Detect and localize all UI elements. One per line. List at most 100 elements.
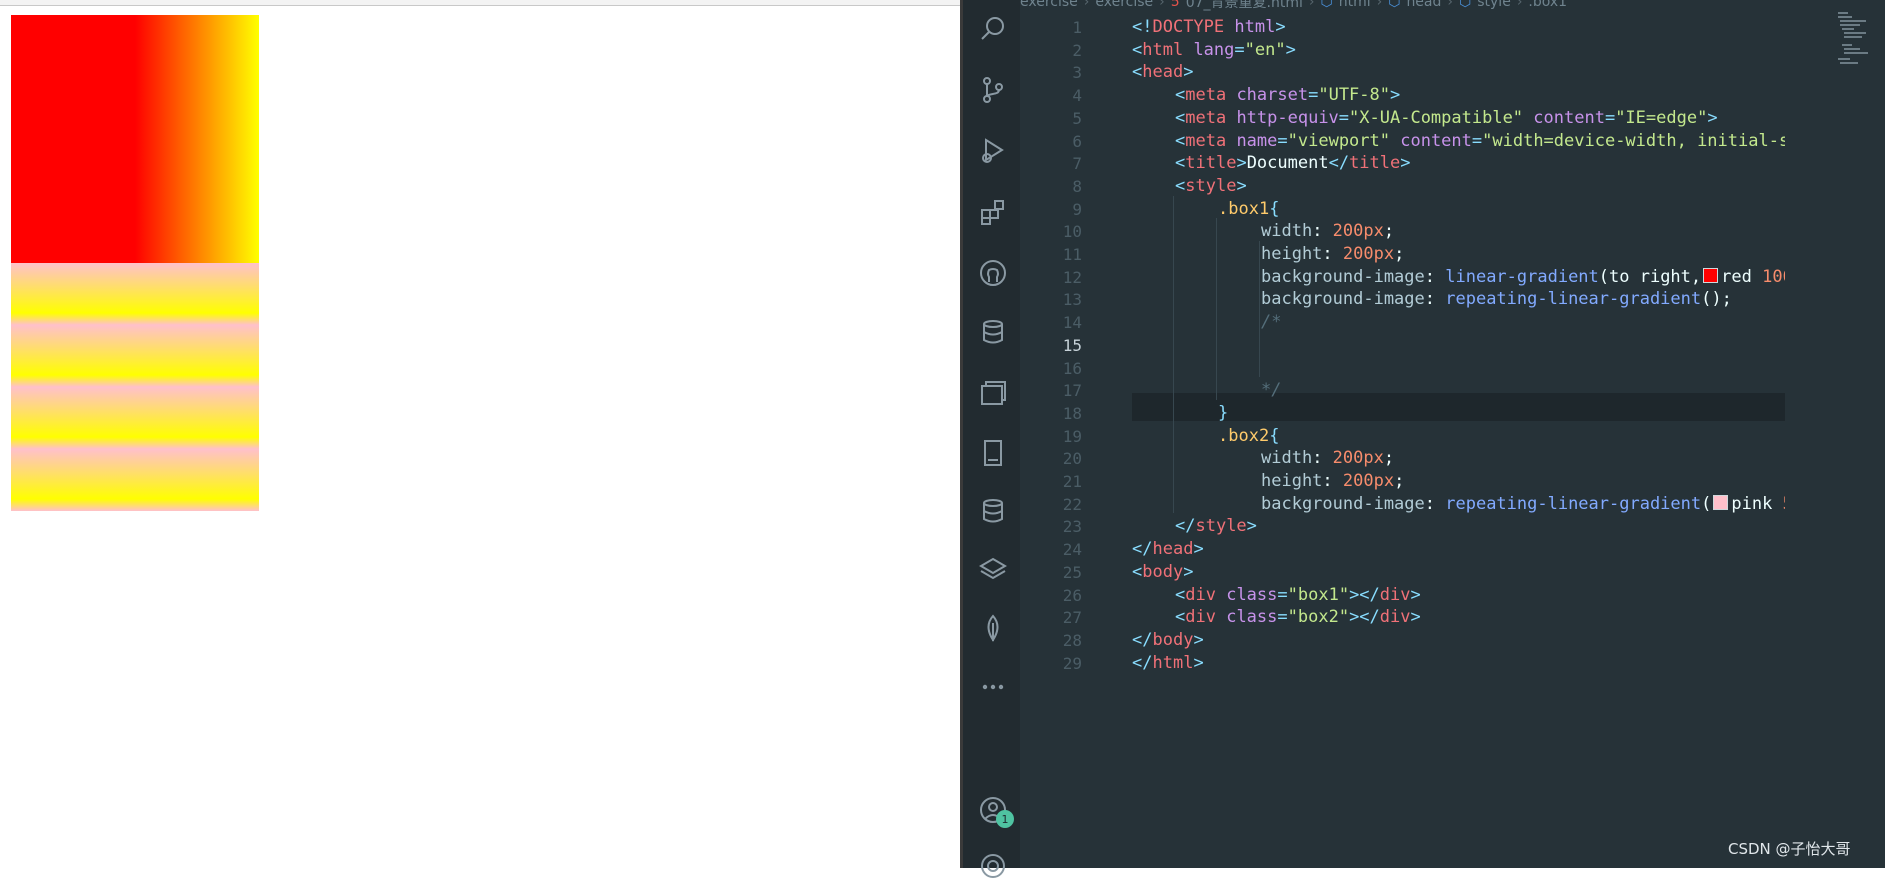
- code-token: linear-gradient: [1445, 266, 1599, 287]
- code-token: red: [1721, 266, 1763, 287]
- code-token: "box1": [1287, 584, 1350, 605]
- line-number: 29: [1062, 653, 1082, 673]
- bookmark-icon[interactable]: [978, 438, 1008, 468]
- code-token: <: [1175, 130, 1186, 151]
- code-token: <: [1175, 85, 1186, 106]
- box1-red-yellow-gradient: [11, 15, 259, 263]
- browser-top-edge: [0, 0, 960, 6]
- code-token: <: [1132, 39, 1143, 60]
- code-editor: 1 exercise › exercise › 5 07_背景重复.html › ⬡ html ›…: [960, 0, 1885, 878]
- code-area[interactable]: <!DOCTYPE html> <html lang="en"> <head> <me…: [1132, 14, 1785, 814]
- code-token: content: [1523, 107, 1605, 128]
- code-token: <: [1175, 175, 1186, 196]
- breadcrumb-separator: ›: [1083, 0, 1090, 10]
- breadcrumb-item[interactable]: exercise: [1020, 0, 1078, 10]
- code-token: :: [1322, 471, 1343, 491]
- code-token: =: [1471, 130, 1483, 151]
- code-token: =: [1338, 107, 1350, 128]
- code-token: >: [1193, 652, 1204, 673]
- code-token: .box1: [1218, 198, 1270, 219]
- code-token: </: [1132, 539, 1153, 560]
- line-number-gutter: 1 2 3 4 5 6 7 8 9 10 11 12 13 14 15 16 17 18 19 20 21 22 23 24 2…: [1020, 14, 1082, 814]
- code-token: </: [1328, 153, 1350, 174]
- layers-icon[interactable]: [978, 555, 1008, 585]
- minimap[interactable]: [1838, 12, 1868, 72]
- code-token: lang: [1183, 39, 1235, 60]
- code-token: body: [1142, 561, 1184, 582]
- code-token: html: [1224, 17, 1276, 37]
- breadcrumb-item[interactable]: head: [1406, 0, 1441, 10]
- code-token: >: [1246, 516, 1257, 537]
- run-debug-icon[interactable]: [978, 136, 1008, 166]
- code-token: 200px: [1342, 471, 1395, 491]
- code-line: background-image: repeating-linear-gradi…: [1261, 286, 1732, 313]
- breadcrumb-separator: ›: [1159, 0, 1165, 10]
- code-token: "width=device-width, initial-sca: [1482, 130, 1785, 151]
- code-token: content: [1390, 130, 1472, 151]
- code-token: =: [1277, 130, 1288, 151]
- code-token: class: [1215, 584, 1278, 605]
- code-token: >: [1193, 629, 1204, 650]
- code-token: width: [1261, 221, 1313, 242]
- breadcrumb-item[interactable]: html: [1339, 0, 1371, 10]
- code-token: meta: [1185, 107, 1227, 128]
- code-token: div: [1185, 584, 1216, 605]
- code-token: background-image: [1261, 493, 1425, 514]
- code-token: "IE=edge": [1615, 107, 1708, 128]
- code-token: div: [1379, 607, 1411, 628]
- search-icon[interactable]: [978, 14, 1008, 44]
- breadcrumb-item[interactable]: 07_背景重复.html: [1186, 0, 1303, 12]
- code-token: =: [1604, 107, 1616, 128]
- windows-icon[interactable]: [978, 378, 1008, 408]
- code-token: =: [1277, 584, 1288, 605]
- color-swatch[interactable]: [1703, 267, 1719, 283]
- code-token: <: [1132, 561, 1143, 582]
- database-icon[interactable]: [978, 317, 1008, 347]
- breadcrumb-item[interactable]: style: [1477, 0, 1511, 10]
- code-token: <: [1175, 584, 1186, 605]
- code-token: >: [1707, 107, 1718, 128]
- database-icon[interactable]: [978, 496, 1008, 526]
- code-token: =: [1277, 607, 1288, 628]
- source-control-icon[interactable]: [978, 75, 1008, 105]
- element-icon: ⬡: [1320, 0, 1333, 10]
- code-token: >: [1285, 39, 1296, 60]
- leaf-icon[interactable]: [978, 613, 1008, 643]
- code-token: >: [1236, 153, 1247, 174]
- indent-guide: [1216, 218, 1217, 400]
- element-icon: ⬡: [1459, 0, 1472, 10]
- code-token: "viewport": [1287, 130, 1390, 151]
- breadcrumb-item[interactable]: exercise: [1095, 0, 1153, 10]
- code-token: :: [1312, 448, 1333, 469]
- code-token: div: [1379, 584, 1411, 605]
- code-token: body: [1152, 629, 1194, 650]
- code-token: "X-UA-Compatible": [1349, 107, 1524, 128]
- code-token: head: [1142, 62, 1184, 83]
- code-token: meta: [1185, 130, 1227, 151]
- code-token: style: [1195, 516, 1247, 537]
- code-line: <div class="box2"></div>: [1175, 604, 1421, 631]
- code-token: :: [1322, 244, 1343, 264]
- code-token: >: [1390, 85, 1401, 106]
- gear-icon[interactable]: [978, 851, 1008, 881]
- code-token: background-image: [1261, 289, 1425, 310]
- code-token: ();: [1701, 289, 1732, 310]
- code-token: class: [1215, 607, 1278, 628]
- code-token: :: [1424, 493, 1446, 514]
- code-token: html: [1142, 39, 1184, 60]
- github-icon[interactable]: [978, 258, 1008, 288]
- code-token: >: [1183, 62, 1194, 83]
- code-token: ;: [1383, 448, 1395, 469]
- more-icon[interactable]: [978, 672, 1008, 702]
- color-swatch[interactable]: [1713, 494, 1729, 510]
- breadcrumb-item[interactable]: .box1: [1528, 0, 1567, 10]
- code-token: */: [1261, 380, 1282, 401]
- activity-bar: 1: [963, 0, 1020, 878]
- box2-repeating-pink-yellow-gradient: [11, 263, 259, 511]
- extensions-icon[interactable]: [978, 197, 1008, 227]
- code-token: .box2: [1218, 425, 1270, 446]
- code-token: charset: [1226, 85, 1309, 106]
- code-line: /*: [1261, 309, 1281, 336]
- browser-preview: [0, 0, 960, 868]
- code-token: 200px: [1342, 244, 1395, 264]
